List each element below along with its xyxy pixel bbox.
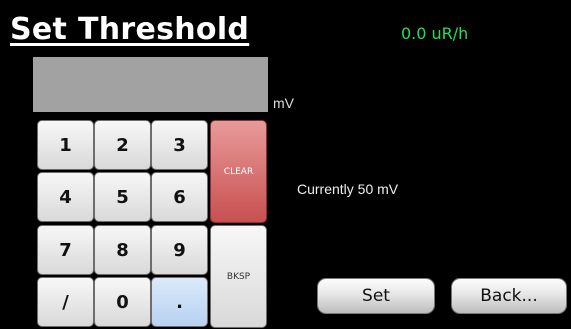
key-5[interactable]: 5 bbox=[94, 172, 151, 222]
key-slash[interactable]: / bbox=[37, 277, 94, 327]
value-entry-field[interactable] bbox=[33, 57, 268, 112]
key-4[interactable]: 4 bbox=[37, 172, 94, 222]
page-title: Set Threshold bbox=[10, 12, 250, 47]
key-0[interactable]: 0 bbox=[94, 277, 151, 327]
set-button[interactable]: Set bbox=[317, 278, 435, 314]
key-2[interactable]: 2 bbox=[94, 120, 151, 170]
key-6[interactable]: 6 bbox=[151, 172, 208, 222]
key-decimal[interactable]: . bbox=[151, 277, 208, 327]
backspace-button[interactable]: BKSP bbox=[210, 225, 267, 328]
key-9[interactable]: 9 bbox=[151, 225, 208, 275]
key-3[interactable]: 3 bbox=[151, 120, 208, 170]
dose-rate-readout: 0.0 uR/h bbox=[401, 24, 469, 43]
key-7[interactable]: 7 bbox=[37, 225, 94, 275]
key-8[interactable]: 8 bbox=[94, 225, 151, 275]
back-button[interactable]: Back... bbox=[451, 278, 567, 314]
key-1[interactable]: 1 bbox=[37, 120, 94, 170]
clear-button[interactable]: CLEAR bbox=[210, 120, 267, 223]
unit-label: mV bbox=[273, 95, 294, 111]
current-threshold-text: Currently 50 mV bbox=[297, 181, 399, 197]
